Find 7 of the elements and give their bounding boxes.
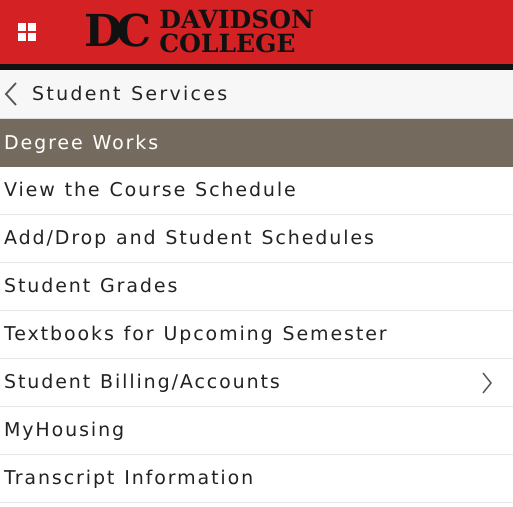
back-button[interactable]: Student Services (0, 70, 513, 119)
menu-grid-icon[interactable] (18, 23, 36, 41)
menu-item[interactable]: Degree Works (0, 119, 513, 167)
logo-text: COLLEGE (159, 32, 296, 56)
logo-text: DAVIDSON (159, 8, 314, 32)
logo-monogram: DC (84, 10, 146, 54)
back-chevron-icon (4, 81, 18, 107)
